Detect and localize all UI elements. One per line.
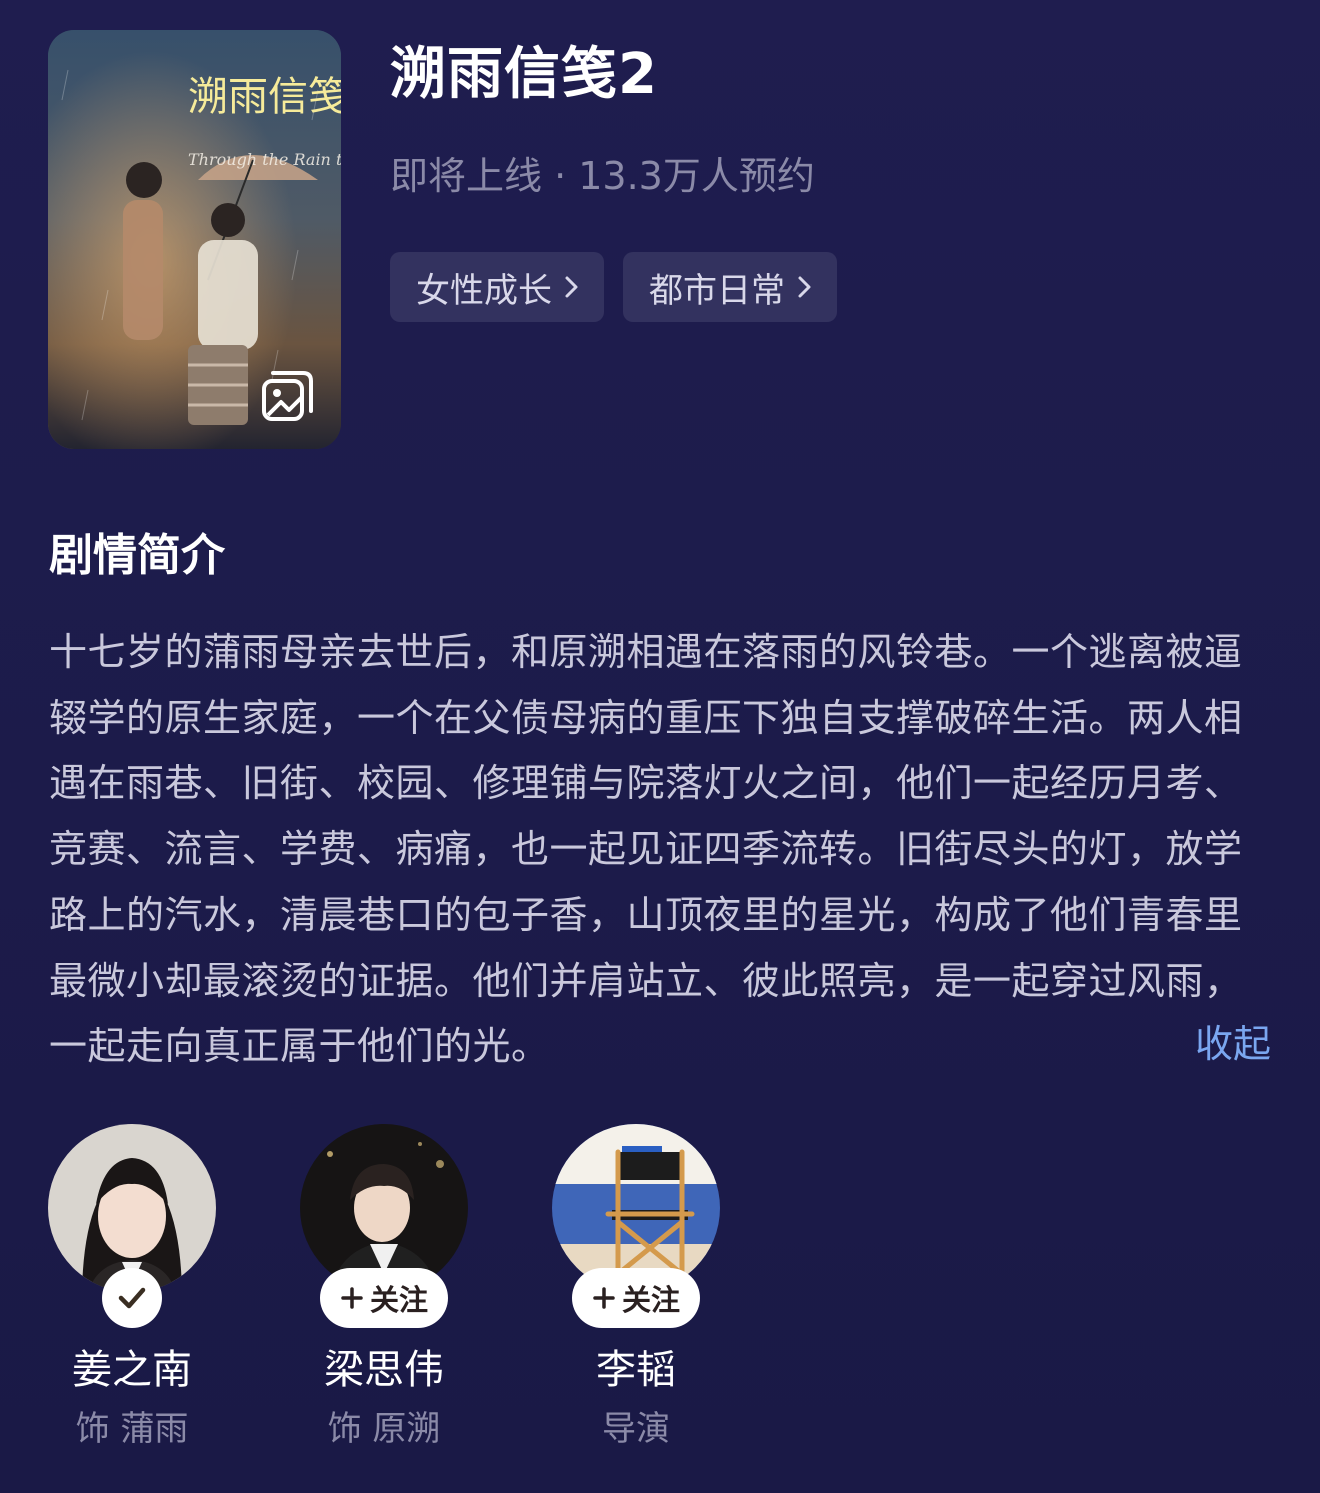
tag-label: 女性成长 [416, 270, 552, 311]
plus-icon [341, 1287, 363, 1309]
cast-member[interactable]: 关注 梁思伟 饰 原溯 [300, 1124, 468, 1454]
plus-icon [593, 1287, 615, 1309]
gallery-icon[interactable] [261, 369, 315, 423]
avatar[interactable] [48, 1124, 216, 1292]
tag-label: 都市日常 [649, 270, 785, 311]
collapse-button[interactable]: 收起 [1195, 1016, 1271, 1072]
followed-badge[interactable] [102, 1268, 162, 1328]
cast-role: 饰 蒲雨 [75, 1409, 189, 1449]
cast-role: 饰 原溯 [327, 1409, 441, 1449]
follow-button[interactable]: 关注 [571, 1268, 701, 1328]
svg-text:溯雨信笺2: 溯雨信笺2 [188, 74, 341, 120]
cast-member[interactable]: 关注 李韬 导演 [552, 1124, 720, 1454]
cast-role: 导演 [602, 1409, 670, 1449]
show-poster[interactable]: 溯雨信笺2 Through the Rain toward Light [48, 30, 341, 449]
cast-member[interactable]: 姜之南 饰 蒲雨 [48, 1124, 216, 1454]
show-meta: 即将上线 · 13.3万人预约 [390, 154, 815, 198]
avatar[interactable] [300, 1124, 468, 1292]
avatar[interactable] [552, 1124, 720, 1292]
follow-label: 关注 [369, 1283, 429, 1317]
chevron-right-icon [798, 276, 811, 298]
chevron-right-icon [565, 276, 578, 298]
cast-name: 李韬 [596, 1347, 676, 1393]
follow-label: 关注 [621, 1283, 681, 1317]
tag-womens-growth[interactable]: 女性成长 [390, 252, 604, 322]
follow-button[interactable]: 关注 [319, 1268, 449, 1328]
synopsis-text: 十七岁的蒲雨母亲去世后，和原溯相遇在落雨的风铃巷。一个逃离被逼辍学的原生家庭，一… [49, 630, 1243, 1069]
synopsis-heading: 剧情简介 [49, 530, 225, 581]
cast-list: 姜之南 饰 蒲雨 关注 梁思伟 饰 原溯 关注 李韬 导演 [48, 1124, 804, 1454]
tag-list: 女性成长 都市日常 [390, 252, 837, 322]
show-title: 溯雨信笺2 [390, 42, 658, 107]
svg-text:Through the Rain toward Light: Through the Rain toward Light [188, 150, 341, 169]
cast-name: 梁思伟 [324, 1347, 444, 1393]
cast-name: 姜之南 [72, 1347, 192, 1393]
check-icon [118, 1287, 146, 1309]
tag-urban-daily[interactable]: 都市日常 [623, 252, 837, 322]
